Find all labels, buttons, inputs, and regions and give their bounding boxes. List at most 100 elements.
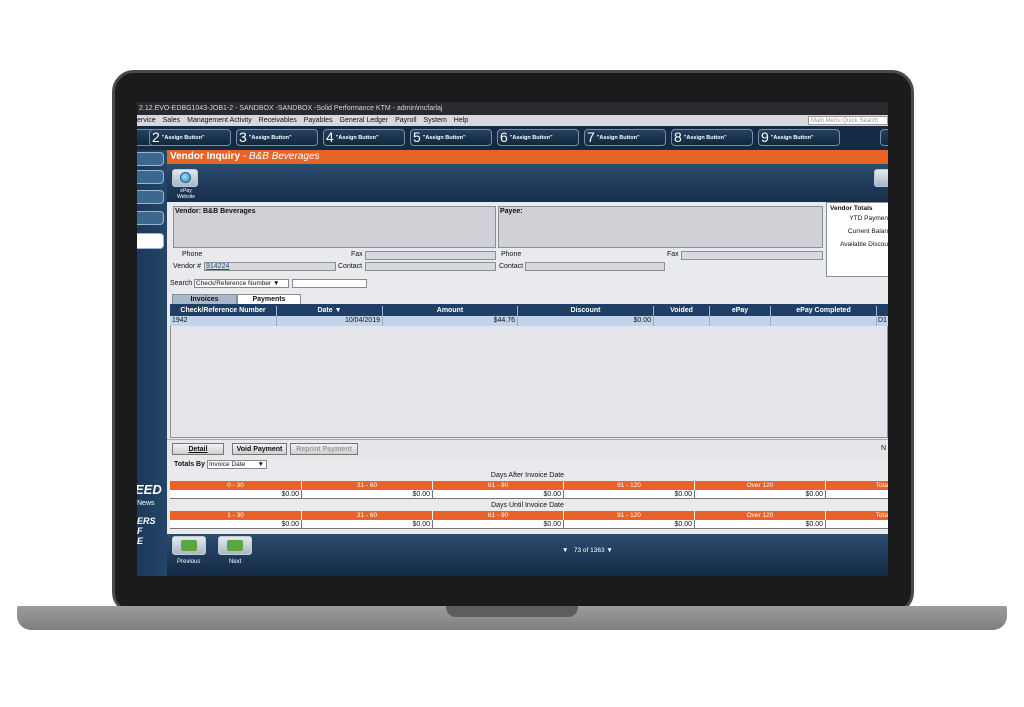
cell-epay	[710, 316, 771, 326]
arrow-left-icon	[181, 540, 197, 551]
column-header-epay-completed[interactable]: ePay Completed	[771, 306, 877, 316]
search-type-select[interactable]: Check/Reference Number ▼	[194, 279, 289, 288]
sidebar-button[interactable]	[137, 211, 164, 225]
payee-fax-field	[681, 251, 823, 260]
tab-payments[interactable]: Payments	[237, 294, 301, 304]
sidebar-news-link[interactable]: News	[137, 500, 155, 507]
after-value-31-60: $0.00	[302, 490, 433, 499]
page-title: Vendor Inquiry	[170, 151, 241, 162]
app-screen: 2.12.EVO-EDBG1043-JOB1-2 - SANDBOX -SAND…	[137, 102, 888, 576]
arrow-right-icon	[227, 540, 243, 551]
column-header-amount[interactable]: Amount	[383, 306, 518, 316]
until-bucket-total: Tota	[826, 511, 888, 520]
after-value-91-120: $0.00	[564, 490, 695, 499]
assign-button-number: 3	[239, 129, 247, 145]
assign-button-8[interactable]: 8 "Assign Button"	[671, 129, 753, 146]
column-header-extra[interactable]	[877, 306, 888, 316]
assign-button-4[interactable]: 4 "Assign Button"	[323, 129, 405, 146]
sidebar-button[interactable]	[137, 152, 164, 166]
column-header-discount[interactable]: Discount	[518, 306, 654, 316]
assign-button-partial[interactable]	[880, 129, 888, 146]
sidebar-button[interactable]	[137, 190, 164, 204]
menu-item-management-activity[interactable]: Management Activity	[187, 117, 252, 124]
totals-by-value: Invoice Date	[209, 461, 246, 468]
totals-by-select[interactable]: Invoice Date ▼	[207, 460, 267, 469]
assign-button-5[interactable]: 5 "Assign Button"	[410, 129, 492, 146]
page-title-bar: Vendor Inquiry - B&B Beverages	[167, 150, 888, 164]
assign-button-9[interactable]: 9 "Assign Button"	[758, 129, 840, 146]
pager-down-icon[interactable]: ▼	[562, 547, 568, 554]
menu-item-service[interactable]: ervice	[137, 117, 156, 124]
tab-invoices[interactable]: Invoices	[172, 294, 237, 304]
until-value-61-90: $0.00	[433, 520, 564, 529]
cell-amount: $44.76	[383, 316, 518, 326]
after-value-0-30: $0.00	[170, 490, 302, 499]
quick-search-input[interactable]: Main Menu Quick Search	[808, 116, 888, 125]
column-header-epay[interactable]: ePay	[710, 306, 771, 316]
menu-item-system[interactable]: System	[423, 117, 446, 124]
assign-button-6[interactable]: 6 "Assign Button"	[497, 129, 579, 146]
sidebar-button[interactable]	[137, 170, 164, 184]
sidebar-button-active[interactable]	[137, 233, 164, 249]
days-after-title: Days After Invoice Date	[490, 472, 565, 479]
reprint-payment-button[interactable]: Reprint Payment	[290, 443, 358, 455]
payee-contact-label: Contact	[499, 263, 524, 270]
toolbar-right-button[interactable]	[874, 169, 888, 187]
epay-website-label: ePay Website	[170, 188, 202, 200]
next-button[interactable]	[218, 536, 252, 555]
after-value-61-90: $0.00	[433, 490, 564, 499]
cell-extra: D1	[877, 316, 888, 326]
menu-item-payables[interactable]: Payables	[304, 117, 333, 124]
assign-button-number: 8	[674, 129, 682, 145]
payee-label: Payee:	[500, 208, 523, 215]
vendor-totals-panel: Vendor Totals YTD Paymen Current Balan A…	[826, 202, 888, 277]
cell-date: 10/04/2019	[277, 316, 383, 326]
page-title-separator: -	[240, 151, 249, 162]
vendor-number-label: Vendor #	[173, 263, 202, 270]
menu-item-general-ledger[interactable]: General Ledger	[340, 117, 389, 124]
column-header-date[interactable]: Date ▼	[277, 306, 383, 316]
assign-button-number: 7	[587, 129, 595, 145]
assign-button-label: "Assign Button"	[335, 135, 379, 141]
assign-button-number: 9	[761, 129, 769, 145]
assign-button-3[interactable]: 3 "Assign Button"	[236, 129, 318, 146]
detail-button[interactable]: Detail	[172, 443, 224, 455]
previous-button[interactable]	[172, 536, 206, 555]
menu-item-payroll[interactable]: Payroll	[395, 117, 416, 124]
vendor-fax-label: Fax	[351, 251, 363, 258]
vendor-number-field: 914224	[204, 262, 336, 271]
assign-button-7[interactable]: 7 "Assign Button"	[584, 129, 666, 146]
menu-bar: ervice Sales Management Activity Receiva…	[137, 115, 888, 126]
menu-item-receivables[interactable]: Receivables	[259, 117, 297, 124]
until-value-1-30: $0.00	[170, 520, 302, 529]
until-bucket-31-60: 31 - 60	[302, 511, 433, 520]
cell-discount: $0.00	[518, 316, 654, 326]
next-label: Next	[229, 559, 242, 565]
vendor-address-box: Vendor: B&B Beverages	[173, 206, 496, 248]
cell-voided	[654, 316, 710, 326]
sidebar: EED News ERS F E	[137, 150, 167, 576]
payments-grid-body	[170, 316, 888, 438]
until-bucket-over-120: Over 120	[695, 511, 826, 520]
epay-website-button[interactable]	[172, 169, 198, 187]
action-bar-right-text: N	[880, 445, 886, 452]
vendor-number-link[interactable]: 914224	[206, 263, 229, 270]
assign-button-label: "Assign Button"	[509, 135, 553, 141]
available-discount-label: Available Discou	[840, 241, 888, 248]
window-title: 2.12.EVO-EDBG1043-JOB1-2 - SANDBOX -SAND…	[137, 102, 888, 115]
after-bucket-91-120: 91 - 120	[564, 481, 695, 490]
search-input[interactable]	[292, 279, 367, 288]
menu-item-sales[interactable]: Sales	[163, 117, 181, 124]
void-payment-button[interactable]: Void Payment	[232, 443, 287, 455]
menu-item-help[interactable]: Help	[454, 117, 468, 124]
after-bucket-total: Tota	[826, 481, 888, 490]
pager-down-icon-right[interactable]: ▼	[606, 547, 612, 554]
record-navigation-bar: Previous Next ▼ 73 of 1363 ▼	[167, 534, 888, 576]
days-until-title: Days Until Invoice Date	[491, 502, 564, 509]
column-header-check[interactable]: Check/Reference Number	[170, 306, 277, 316]
record-pager: ▼ 73 of 1363 ▼	[562, 547, 613, 554]
after-bucket-over-120: Over 120	[695, 481, 826, 490]
totals-by-label: Totals By	[174, 461, 205, 468]
column-header-voided[interactable]: Voided	[654, 306, 710, 316]
assign-button-2[interactable]: 2"Assign Button"	[149, 129, 231, 146]
